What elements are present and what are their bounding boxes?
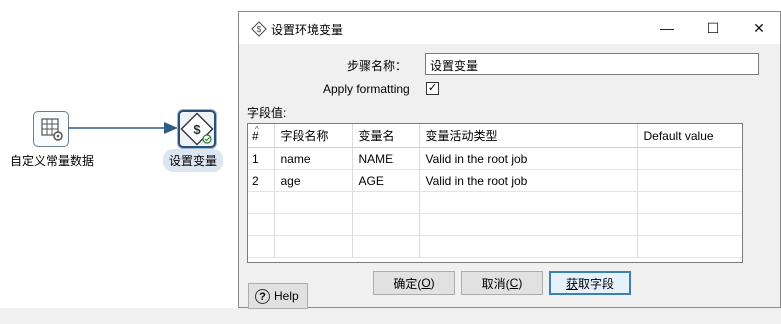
ok-button-mnemonic: O	[421, 276, 431, 290]
field-name-cell[interactable]: name	[274, 147, 353, 170]
column-header-field-name[interactable]: 字段名称	[274, 124, 353, 148]
cancel-button-label-end: )	[518, 276, 523, 290]
column-header-variable-name[interactable]: 变量名	[352, 124, 420, 148]
help-button-label: Help	[274, 289, 299, 303]
minimize-button[interactable]: —	[644, 12, 690, 44]
set-variable-icon: $	[251, 21, 267, 37]
dialog-title: 设置环境变量	[271, 23, 344, 37]
default-value-cell[interactable]	[637, 169, 742, 192]
variable-scope-cell[interactable]: Valid in the root job	[419, 169, 638, 192]
set-variable-icon: $	[180, 112, 214, 146]
variable-scope-cell[interactable]: Valid in the root job	[419, 147, 638, 170]
get-fields-label: 取字段	[578, 276, 615, 291]
fields-table[interactable]: ^ # 字段名称 变量名 变量活动类型 Default value 1 name…	[247, 123, 743, 263]
variable-name-cell[interactable]: AGE	[352, 169, 420, 192]
cancel-button[interactable]: 取消(C)	[461, 271, 543, 295]
variable-name-cell[interactable]: NAME	[352, 147, 420, 170]
apply-formatting-label: Apply formatting	[323, 82, 410, 96]
ok-button[interactable]: 确定(O)	[373, 271, 455, 295]
close-button[interactable]: ✕	[736, 12, 781, 44]
ok-button-label-end: )	[430, 276, 435, 290]
table-row[interactable]: 1 name NAME Valid in the root job	[248, 147, 742, 170]
column-header-variable-scope[interactable]: 变量活动类型	[419, 124, 638, 148]
canvas-bottom-strip	[0, 308, 781, 324]
column-header-index[interactable]: #	[248, 124, 275, 148]
cancel-button-label: 取消(	[481, 276, 510, 291]
step-name-input[interactable]: 设置变量	[425, 53, 759, 75]
help-icon: ?	[255, 288, 270, 304]
checkmark-icon: ✓	[427, 82, 438, 94]
fields-label: 字段值:	[247, 106, 287, 120]
set-variables-dialog: $ 设置环境变量 — ☐ ✕ 步骤名称： 设置变量 Apply formatti…	[238, 11, 781, 309]
row-index: 1	[248, 147, 275, 170]
hop-arrow[interactable]	[68, 118, 180, 138]
help-button[interactable]: ? Help	[248, 283, 308, 309]
table-row-empty[interactable]	[248, 191, 742, 214]
cancel-button-mnemonic: C	[509, 276, 519, 290]
table-row-empty[interactable]	[248, 213, 742, 236]
step-set-variable[interactable]: $	[178, 110, 216, 148]
step-label-const-data: 自定义常量数据	[10, 154, 95, 168]
default-value-cell[interactable]	[637, 147, 742, 170]
dialog-titlebar[interactable]: $ 设置环境变量 — ☐ ✕	[239, 12, 780, 44]
table-row[interactable]: 2 age AGE Valid in the root job	[248, 169, 742, 192]
sort-arrow-icon: ^	[255, 125, 259, 134]
step-label-set-variable: 设置变量	[163, 149, 224, 172]
row-index: 2	[248, 169, 275, 192]
svg-text:$: $	[193, 122, 201, 137]
get-fields-mnemonic: 获	[565, 276, 578, 291]
step-const-data[interactable]	[33, 111, 69, 147]
maximize-button[interactable]: ☐	[690, 12, 736, 44]
svg-text:$: $	[257, 25, 262, 34]
field-name-cell[interactable]: age	[274, 169, 353, 192]
table-gear-icon	[41, 118, 63, 141]
table-header-row: # 字段名称 变量名 变量活动类型 Default value	[248, 124, 742, 148]
column-header-default-value[interactable]: Default value	[637, 124, 742, 148]
get-fields-button[interactable]: 获取字段	[549, 271, 631, 295]
step-name-label: 步骤名称：	[347, 59, 408, 73]
apply-formatting-checkbox[interactable]: ✓	[426, 82, 439, 95]
ok-button-label: 确定(	[393, 276, 422, 291]
table-row-empty[interactable]	[248, 235, 742, 258]
